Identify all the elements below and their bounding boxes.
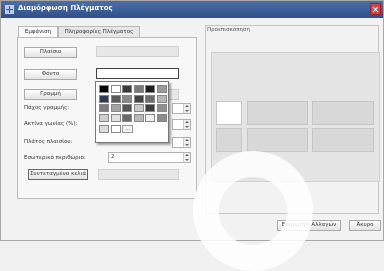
coordinates-color-swatch[interactable] <box>98 169 179 180</box>
line-width-label: Πάχος γραμμής: <box>24 105 70 111</box>
background-color-swatch[interactable] <box>96 68 179 79</box>
palette-color-cell[interactable] <box>110 113 121 122</box>
palette-color-cell[interactable] <box>110 104 121 112</box>
cancel-button[interactable]: Άκυρο <box>349 220 381 231</box>
corner-radius-spinner[interactable] <box>172 119 191 130</box>
spin-arrows-icon[interactable] <box>183 104 190 113</box>
palette-color-cell[interactable] <box>122 85 132 93</box>
frame-color-swatch[interactable] <box>96 46 179 57</box>
preview-cell <box>216 101 242 125</box>
frame-width-label: Πλάτος πλαισίου: <box>24 139 73 145</box>
inner-padding-label: Εσωτερικό περιθώριο: <box>24 155 86 161</box>
preview-cell <box>312 128 374 152</box>
palette-color-cell[interactable] <box>122 94 132 103</box>
spin-arrows-icon[interactable] <box>183 153 190 162</box>
palette-color-cell[interactable] <box>156 85 167 93</box>
palette-color-cell[interactable] <box>156 104 167 112</box>
palette-color-cell[interactable] <box>110 94 121 103</box>
apply-changes-button[interactable]: Εφαρμογή Αλλαγών <box>277 220 341 231</box>
palette-color-cell[interactable] <box>110 85 121 93</box>
title-bar: Διαμόρφωση Πλέγματος <box>1 1 383 18</box>
tab-grid-info[interactable]: Πληροφορίες Πλέγματος <box>58 26 140 37</box>
grid-settings-dialog: Διαμόρφωση Πλέγματος Εμφάνιση Πληροφορίε… <box>0 0 384 271</box>
corner-radius-label: Ακτίνα γωνίας (%): <box>24 121 78 127</box>
palette-color-cell[interactable] <box>156 113 167 122</box>
palette-color-cell[interactable] <box>99 85 109 93</box>
palette-color-cell[interactable] <box>133 85 144 93</box>
coordinates-button[interactable]: Συντεταγμένα κελιά <box>28 169 88 180</box>
preview-cell <box>312 101 374 125</box>
line-width-spinner[interactable] <box>172 103 191 114</box>
frame-width-spinner[interactable] <box>172 137 191 148</box>
palette-color-cell[interactable] <box>99 104 109 112</box>
preview-cell <box>247 128 308 152</box>
palette-color-cell[interactable] <box>122 104 132 112</box>
close-icon[interactable] <box>370 3 381 15</box>
palette-color-cell[interactable] <box>133 113 144 122</box>
preview-area <box>211 52 380 182</box>
spin-arrows-icon[interactable] <box>183 120 190 129</box>
spin-arrows-icon[interactable] <box>183 138 190 147</box>
more-colors-button[interactable]: ... <box>122 125 133 133</box>
inner-padding-spinner[interactable]: 2 <box>108 152 191 163</box>
background-button[interactable]: Φόντο <box>24 69 77 80</box>
palette-color-cell[interactable] <box>99 94 109 103</box>
preview-cell <box>216 128 242 152</box>
palette-color-cell[interactable] <box>145 85 155 93</box>
inner-padding-value: 2 <box>111 154 115 160</box>
frame-button[interactable]: Πλαίσιο <box>24 47 77 58</box>
recent-color-cell[interactable] <box>110 125 121 133</box>
palette-color-cell[interactable] <box>145 94 155 103</box>
palette-color-cell[interactable] <box>156 94 167 103</box>
palette-color-cell[interactable] <box>145 113 155 122</box>
color-palette-popup: ... <box>95 81 169 143</box>
palette-color-cell[interactable] <box>145 104 155 112</box>
palette-color-cell[interactable] <box>133 94 144 103</box>
palette-color-cell[interactable] <box>133 104 144 112</box>
preview-cell <box>247 101 308 125</box>
palette-color-cell[interactable] <box>122 113 132 122</box>
line-button[interactable]: Γραμμή <box>24 89 77 100</box>
recent-color-cell[interactable] <box>99 125 109 133</box>
window-title: Διαμόρφωση Πλέγματος <box>18 4 113 12</box>
grid-icon <box>5 5 14 14</box>
preview-label: Προεπισκόπηση <box>207 27 250 33</box>
palette-color-cell[interactable] <box>99 113 109 122</box>
